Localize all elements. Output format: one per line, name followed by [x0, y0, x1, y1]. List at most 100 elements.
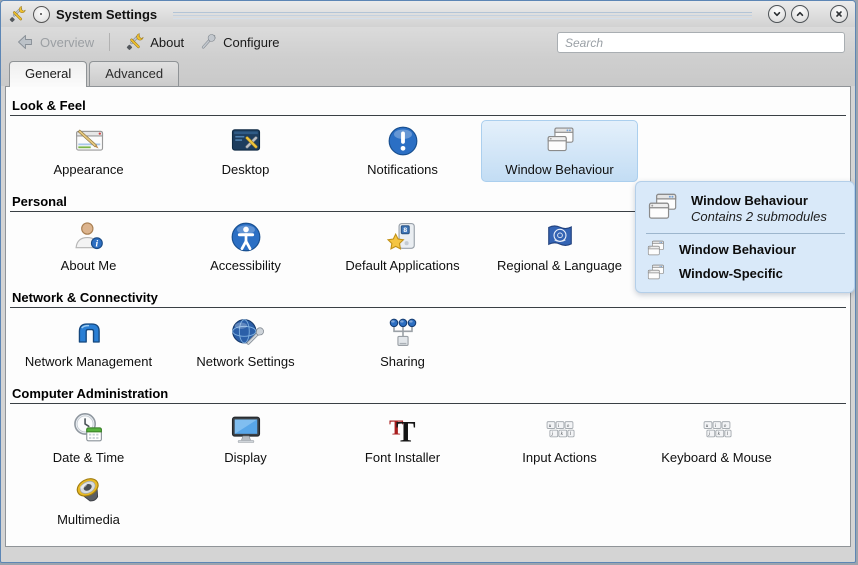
module-label: Window Behaviour	[505, 162, 613, 177]
module-appearance[interactable]: Appearance	[10, 120, 167, 182]
window-menu-icon[interactable]	[33, 6, 50, 23]
module-keyboard-mouse[interactable]: uiojkl Keyboard & Mouse	[638, 408, 795, 470]
popup-header: Window Behaviour Contains 2 submodules	[642, 189, 845, 227]
window-title: System Settings	[56, 7, 157, 22]
close-icon	[834, 9, 844, 19]
module-input-actions[interactable]: uiojklInput Actions	[481, 408, 638, 470]
module-label: Multimedia	[57, 512, 120, 527]
module-grid: Date & TimeDisplayTTFont Installeruiojkl…	[10, 408, 846, 532]
module-window-behaviour[interactable]: Window Behaviour	[481, 120, 638, 182]
module-label: Keyboard & Mouse	[661, 450, 772, 465]
module-sharing[interactable]: Sharing	[324, 312, 481, 374]
configure-label: Configure	[223, 35, 279, 50]
submodule-label: Window-Specific	[679, 266, 783, 281]
svg-text:T: T	[396, 416, 416, 447]
accessibility-icon	[228, 219, 264, 255]
module-desktop[interactable]: Desktop	[167, 120, 324, 182]
section-title: Look & Feel	[10, 98, 846, 113]
module-label: Network Settings	[196, 354, 294, 369]
module-label: Default Applications	[345, 258, 459, 273]
module-grid: Appearance Desktop Notifications Window Beh…	[10, 120, 846, 182]
about-button[interactable]: About	[119, 29, 190, 55]
module-label: Accessibility	[210, 258, 281, 273]
window-behaviour-icon	[644, 238, 667, 260]
popup-divider	[646, 233, 845, 234]
window-behaviour-icon	[642, 189, 682, 227]
about-tools-icon	[125, 32, 145, 52]
popup-title: Window Behaviour	[691, 193, 827, 208]
toolbar-separator	[109, 33, 110, 51]
default-applications-icon: 8	[385, 219, 421, 255]
font-installer-icon: TT	[385, 411, 421, 447]
window-behaviour-icon	[542, 123, 578, 159]
module-grid: Network Management Network Settings Sharin…	[10, 312, 846, 374]
date-time-icon	[71, 411, 107, 447]
popup-subtitle: Contains 2 submodules	[691, 209, 827, 224]
multimedia-icon	[71, 473, 107, 509]
close-button[interactable]	[830, 5, 848, 23]
chevron-down-icon	[772, 9, 782, 19]
module-font-installer[interactable]: TTFont Installer	[324, 408, 481, 470]
tab-advanced[interactable]: Advanced	[89, 61, 179, 86]
chevron-up-icon	[795, 9, 805, 19]
module-network-settings[interactable]: Network Settings	[167, 312, 324, 374]
tab-general[interactable]: General	[9, 61, 87, 87]
about-me-icon: i	[71, 219, 107, 255]
minimize-button[interactable]	[768, 5, 786, 23]
module-default-applications[interactable]: 8 Default Applications	[324, 216, 481, 278]
module-network-management[interactable]: Network Management	[10, 312, 167, 374]
keyboard-icon: uiojkl	[542, 411, 578, 447]
module-date-time[interactable]: Date & Time	[10, 408, 167, 470]
submodule-window-behaviour[interactable]: Window Behaviour	[642, 237, 845, 261]
section-title: Computer Administration	[10, 386, 846, 401]
module-label: Date & Time	[53, 450, 125, 465]
module-label: Desktop	[222, 162, 270, 177]
svg-text:8: 8	[403, 227, 407, 234]
section-network-connectivity: Network & ConnectivityNetwork Management…	[10, 290, 846, 374]
module-label: Appearance	[53, 162, 123, 177]
section-look-feel: Look & Feel Appearance Desktop Notification…	[10, 98, 846, 182]
module-multimedia[interactable]: Multimedia	[10, 470, 167, 532]
system-settings-window: System Settings Overview About Configure…	[0, 0, 856, 563]
search-input[interactable]	[557, 32, 845, 53]
module-accessibility[interactable]: Accessibility	[167, 216, 324, 278]
section-divider	[10, 307, 846, 308]
overview-button[interactable]: Overview	[9, 29, 100, 55]
titlebar: System Settings	[1, 1, 855, 27]
module-label: Sharing	[380, 354, 425, 369]
svg-text:i: i	[95, 239, 98, 250]
module-notifications[interactable]: Notifications	[324, 120, 481, 182]
module-label: Network Management	[25, 354, 152, 369]
toolbar: Overview About Configure	[1, 27, 855, 57]
module-about-me[interactable]: i About Me	[10, 216, 167, 278]
about-label: About	[150, 35, 184, 50]
network-settings-icon	[228, 315, 264, 351]
window-controls	[768, 5, 848, 23]
keyboard-icon: uiojkl	[699, 411, 735, 447]
submodule-window-specific[interactable]: Window-Specific	[642, 261, 845, 285]
submodule-label: Window Behaviour	[679, 242, 796, 257]
sections-container: Look & Feel Appearance Desktop Notification…	[10, 98, 846, 532]
overview-label: Overview	[40, 35, 94, 50]
back-arrow-icon	[15, 32, 35, 52]
module-display[interactable]: Display	[167, 408, 324, 470]
desktop-icon	[228, 123, 264, 159]
regional-language-icon	[542, 219, 578, 255]
module-label: About Me	[61, 258, 117, 273]
maximize-button[interactable]	[791, 5, 809, 23]
section-computer-administration: Computer Administration Date & Time Displa…	[10, 386, 846, 532]
module-label: Regional & Language	[497, 258, 622, 273]
module-regional-language[interactable]: Regional & Language	[481, 216, 638, 278]
section-divider	[10, 403, 846, 404]
module-tooltip-popup: Window Behaviour Contains 2 submodules W…	[635, 181, 855, 293]
settings-module-list: Look & Feel Appearance Desktop Notification…	[5, 86, 851, 547]
appearance-icon	[71, 123, 107, 159]
module-label: Notifications	[367, 162, 438, 177]
tools-icon	[8, 5, 27, 24]
network-management-icon	[71, 315, 107, 351]
tab-bar: General Advanced	[1, 57, 855, 86]
section-divider	[10, 115, 846, 116]
window-behaviour-icon	[644, 262, 667, 284]
configure-button[interactable]: Configure	[192, 29, 285, 55]
notifications-icon	[385, 123, 421, 159]
